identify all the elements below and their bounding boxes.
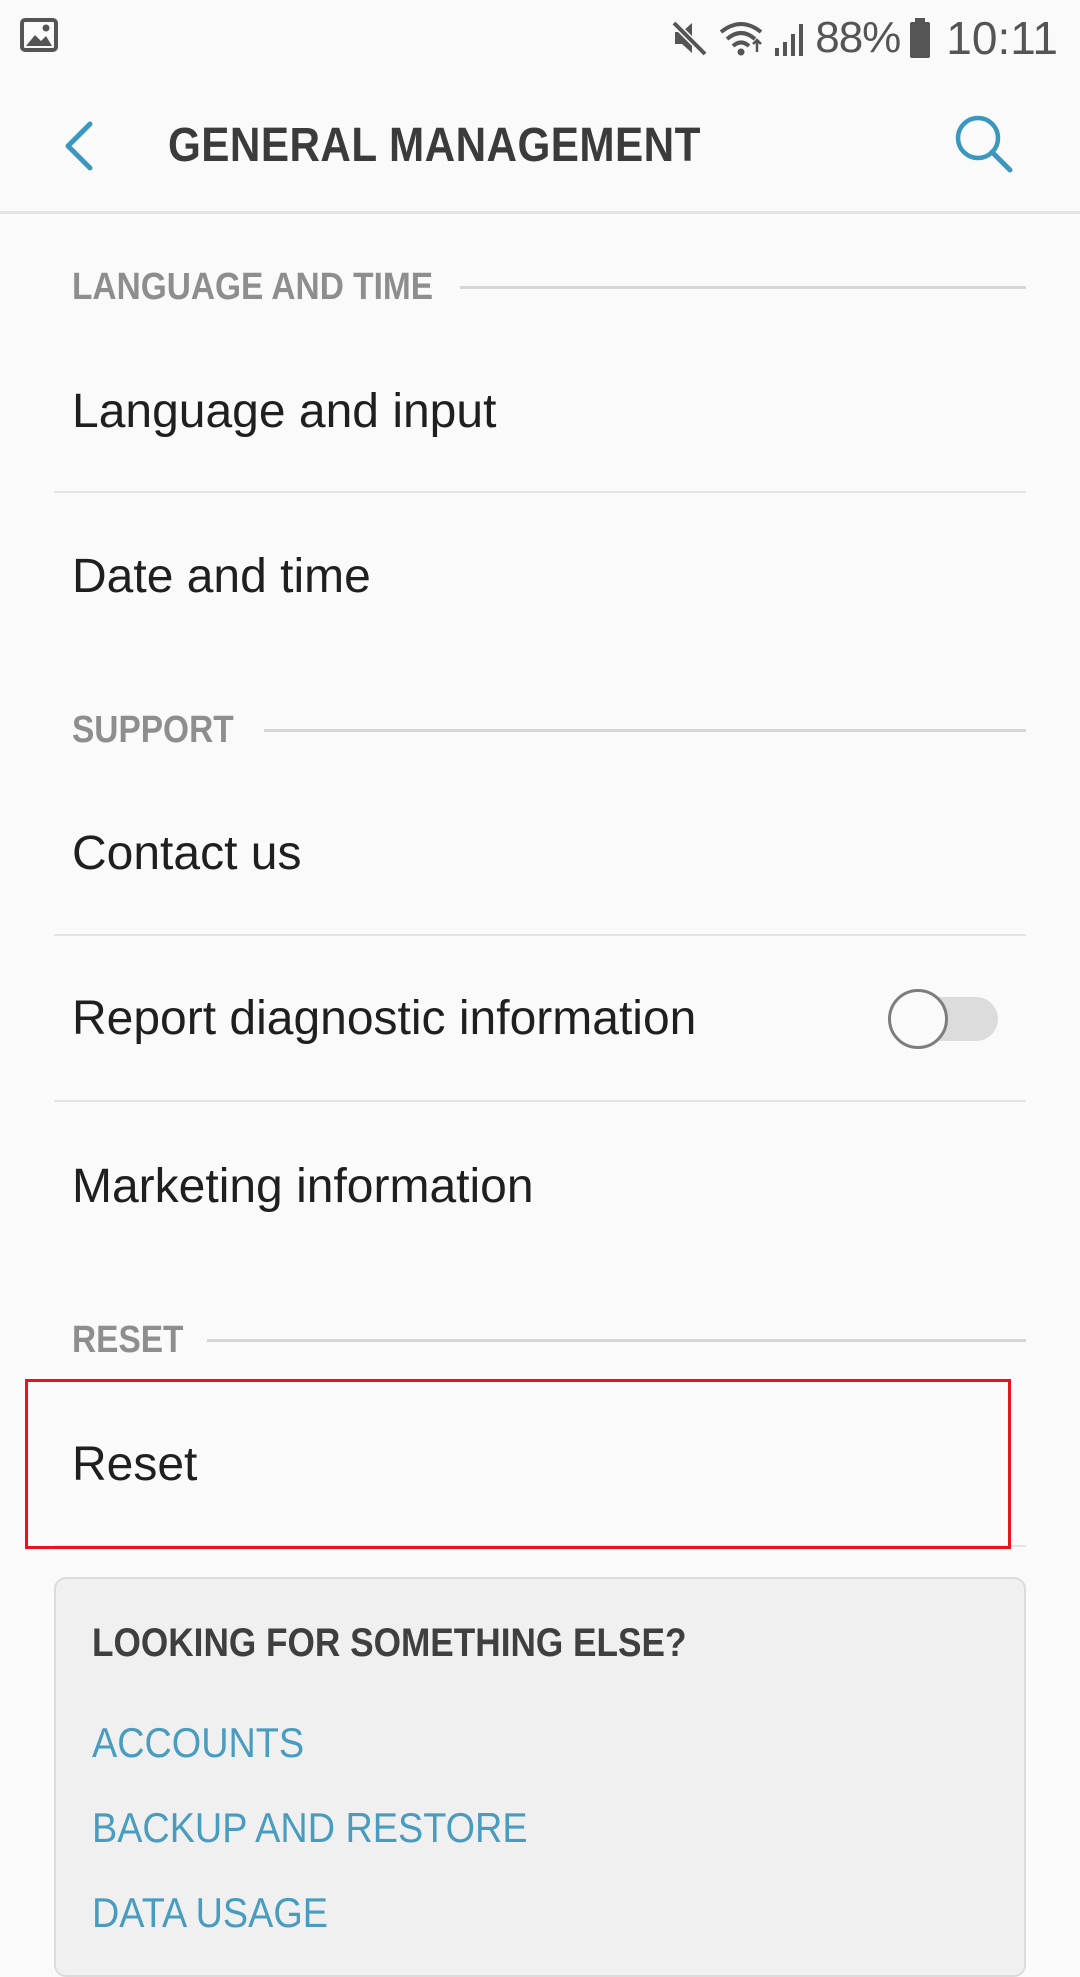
link-accounts[interactable]: ACCOUNTS	[92, 1719, 304, 1767]
list-item-contact-us[interactable]: Contact us	[54, 772, 1026, 934]
status-icons: 88% 10:11	[669, 8, 1058, 68]
highlight-box	[25, 1379, 1011, 1549]
divider	[54, 491, 1026, 493]
section-divider	[460, 285, 1026, 289]
section-divider	[206, 1338, 1026, 1342]
search-button[interactable]	[952, 112, 1016, 176]
looking-for-something-else-card: LOOKING FOR SOMETHING ELSE? ACCOUNTS BAC…	[54, 1577, 1026, 1977]
section-title: SUPPORT	[72, 708, 234, 751]
mute-icon	[671, 20, 708, 57]
link-backup-and-restore[interactable]: BACKUP AND RESTORE	[92, 1804, 528, 1852]
list-item-marketing-information[interactable]: Marketing information	[54, 1103, 1026, 1269]
section-header-support: SUPPORT	[72, 705, 1026, 755]
section-divider	[263, 728, 1026, 732]
battery-icon	[910, 18, 931, 58]
toggle-knob	[888, 988, 948, 1049]
report-diagnostic-toggle[interactable]	[888, 988, 998, 1049]
divider	[54, 934, 1026, 936]
signal-icon	[775, 24, 804, 56]
section-header-reset: RESET	[72, 1315, 1026, 1365]
status-bar: 88% 10:11	[0, 0, 1080, 72]
wifi-icon	[719, 22, 763, 56]
link-data-usage[interactable]: DATA USAGE	[92, 1889, 328, 1937]
section-title: RESET	[72, 1318, 184, 1361]
list-item-label: Marketing information	[72, 1159, 534, 1213]
list-item-label: Date and time	[72, 549, 371, 603]
list-item-date-time[interactable]: Date and time	[54, 494, 1026, 658]
list-item-label: Language and input	[72, 384, 497, 438]
list-item-language-input[interactable]: Language and input	[54, 330, 1026, 492]
app-header: GENERAL MANAGEMENT	[0, 72, 1080, 214]
battery-percentage: 88%	[815, 13, 901, 62]
section-title: LANGUAGE AND TIME	[72, 265, 434, 308]
list-item-report-diagnostic[interactable]: Report diagnostic information	[54, 937, 1026, 1100]
card-title: LOOKING FOR SOMETHING ELSE?	[92, 1621, 687, 1665]
list-item-label: Report diagnostic information	[72, 992, 697, 1045]
gallery-icon	[20, 18, 58, 52]
back-button[interactable]	[52, 116, 112, 176]
chevron-left-icon	[65, 121, 93, 171]
search-icon	[955, 115, 1013, 173]
list-item-label: Contact us	[72, 826, 302, 880]
page-title: GENERAL MANAGEMENT	[168, 119, 701, 172]
divider	[54, 1100, 1026, 1102]
clock: 10:11	[946, 12, 1058, 64]
section-header-language-time: LANGUAGE AND TIME	[72, 262, 1026, 312]
